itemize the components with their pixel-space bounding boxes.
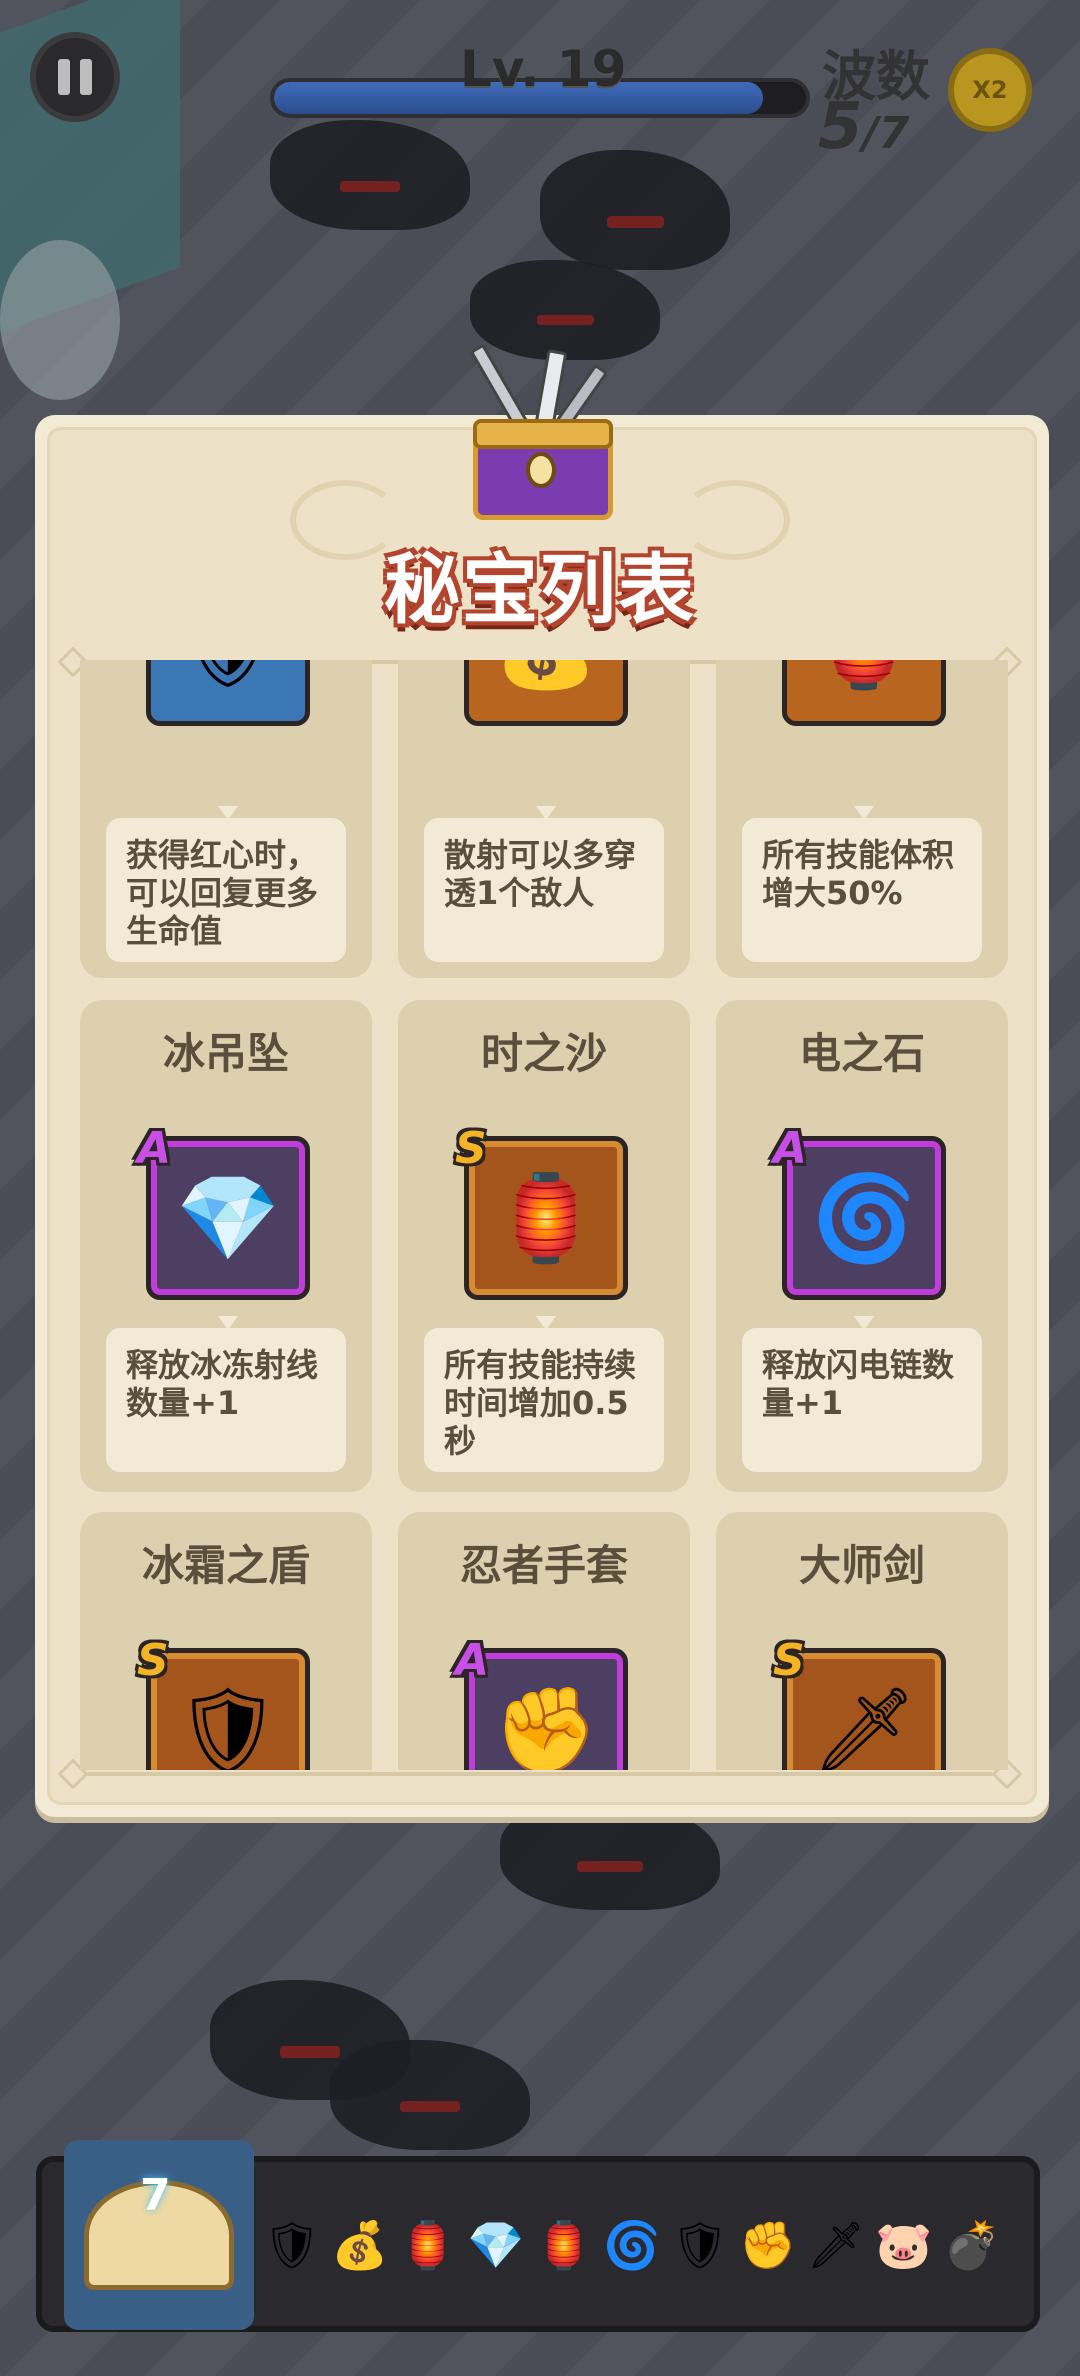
treasure-card[interactable]: 💰 散射可以多穿透1个敌人: [398, 660, 690, 978]
treasure-icon-frame: 🗡 S: [773, 1635, 946, 1771]
treasure-name: 冰吊坠: [162, 1029, 289, 1078]
treasure-card[interactable]: 大师剑 🗡 S: [716, 1512, 1008, 1770]
rank-badge: S: [137, 1635, 169, 1686]
treasure-icon-frame: 🛡 S: [137, 1635, 310, 1771]
modal-title: 秘宝列表: [384, 545, 696, 634]
pouch-icon[interactable]: 💰: [331, 2210, 388, 2280]
treasure-description: 释放闪电链数量+1: [742, 1328, 982, 1472]
gauntlet-icon: ✊: [493, 1680, 599, 1771]
treasure-card[interactable]: 🏮 所有技能体积增大50%: [716, 660, 1008, 978]
armor-icon: 🛡: [151, 660, 305, 721]
lantern-icon[interactable]: 🏮: [399, 2210, 456, 2280]
treasure-card[interactable]: 电之石 🌀 A 释放闪电链数量+1: [716, 1000, 1008, 1492]
enemy-wolf: [540, 150, 730, 270]
treasure-icon-frame: 💎 A: [137, 1123, 310, 1300]
skill-book-button[interactable]: 7: [64, 2140, 254, 2330]
lantern-icon: 🏮: [787, 660, 941, 721]
pendant-icon[interactable]: 💎: [467, 2210, 524, 2280]
treasure-name: 大师剑: [798, 1541, 925, 1590]
rank-badge: A: [773, 1123, 808, 1174]
treasure-icon-frame: 🛡: [146, 660, 310, 726]
treasure-description: 所有技能持续时间增加0.5秒: [424, 1328, 664, 1472]
enemy-wolf: [330, 2040, 530, 2150]
treasure-chest-icon: [468, 340, 618, 530]
treasure-description: 获得红心时，可以回复更多生命值: [106, 818, 346, 962]
background-snow: [0, 240, 120, 400]
treasure-icon-frame: 💰: [464, 660, 628, 726]
sword-icon[interactable]: 🗡: [807, 2210, 865, 2280]
rank-badge: S: [455, 1123, 487, 1174]
divider-bottom: [70, 1772, 1010, 1776]
enemy-wolf: [270, 120, 470, 230]
sword-icon: 🗡: [810, 1680, 918, 1771]
lantern-icon: 🏮: [493, 1168, 599, 1267]
treasure-description: 散射可以多穿透1个敌人: [424, 818, 664, 962]
treasure-list-scroll[interactable]: 🛡 获得红心时，可以回复更多生命值 💰 散射可以多穿透1个敌人 🏮 所有技能体积增大50%…: [80, 660, 1012, 1770]
treasure-icon-frame: 🏮: [782, 660, 946, 726]
wave-counter: 5/7: [818, 90, 909, 164]
shield-icon[interactable]: 🛡: [671, 2210, 729, 2280]
gauntlet-icon[interactable]: ✊: [739, 2210, 796, 2280]
cannon-icon[interactable]: 💣: [943, 2210, 1000, 2280]
speed-toggle-button[interactable]: X2: [948, 48, 1032, 132]
rank-badge: S: [773, 1635, 805, 1686]
rune-stone-icon[interactable]: 🌀: [603, 2210, 660, 2280]
equipped-treasure-slots: 🛡 💰 🏮 💎 🏮 🌀 🛡 ✊ 🗡 🐷 💣: [263, 2210, 1001, 2280]
pause-button[interactable]: [30, 32, 120, 122]
lantern-icon[interactable]: 🏮: [535, 2210, 592, 2280]
rank-badge: A: [137, 1123, 172, 1174]
piggy-bank-icon[interactable]: 🐷: [875, 2210, 932, 2280]
armor-icon[interactable]: 🛡: [263, 2210, 321, 2280]
treasure-name: 冰霜之盾: [141, 1541, 310, 1590]
pause-icon: [58, 59, 70, 95]
level-label: Lv. 19: [460, 40, 627, 98]
treasure-description: 释放冰冻射线数量+1: [106, 1328, 346, 1472]
treasure-icon-frame: ✊ A: [455, 1635, 628, 1771]
treasure-card[interactable]: 冰吊坠 💎 A 释放冰冻射线数量+1: [80, 1000, 372, 1492]
rank-badge: A: [455, 1635, 490, 1686]
treasure-name: 忍者手套: [459, 1541, 628, 1590]
treasure-card[interactable]: 🛡 获得红心时，可以回复更多生命值: [80, 660, 372, 978]
wave-current: 5: [818, 90, 863, 164]
treasure-name: 电之石: [798, 1029, 925, 1078]
treasure-card[interactable]: 时之沙 🏮 S 所有技能持续时间增加0.5秒: [398, 1000, 690, 1492]
shield-icon: 🛡: [174, 1680, 282, 1771]
wave-total: /7: [862, 108, 910, 159]
book-level: 7: [140, 2170, 171, 2221]
rune-stone-icon: 🌀: [811, 1168, 917, 1267]
treasure-description: 所有技能体积增大50%: [742, 818, 982, 962]
treasure-icon-frame: 🏮 S: [455, 1123, 628, 1300]
treasure-icon-frame: 🌀 A: [773, 1123, 946, 1300]
treasure-card[interactable]: 忍者手套 ✊ A: [398, 1512, 690, 1770]
treasure-card[interactable]: 冰霜之盾 🛡 S: [80, 1512, 372, 1770]
treasure-name: 时之沙: [480, 1029, 607, 1078]
pendant-icon: 💎: [175, 1168, 281, 1267]
pouch-icon: 💰: [469, 660, 623, 721]
